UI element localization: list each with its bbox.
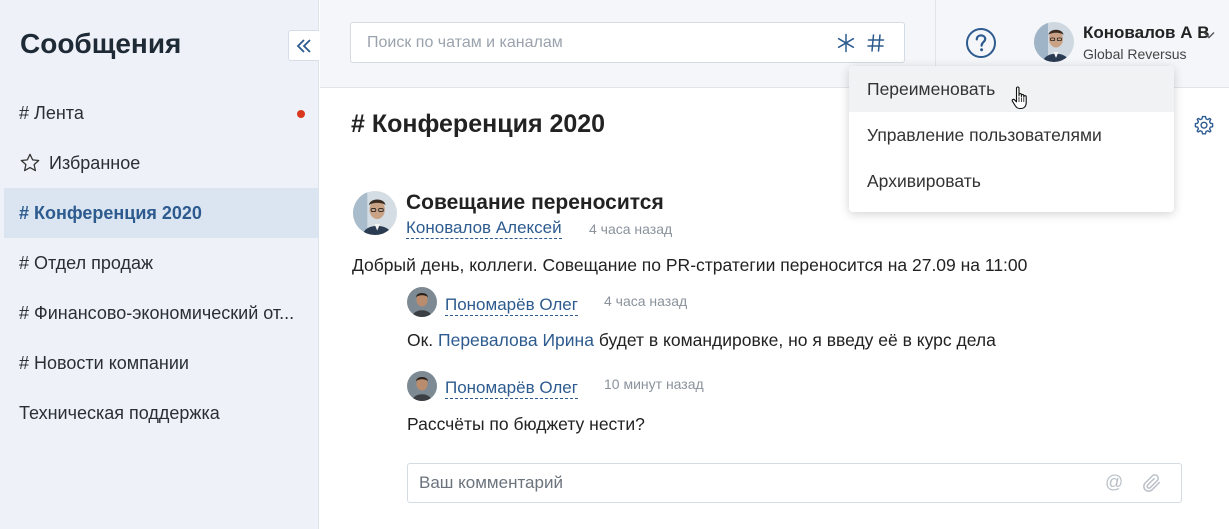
messenger-app: Сообщения # Лента Избранное # Конференци… <box>0 0 1229 529</box>
sidebar-item-conference-2020[interactable]: # Конференция 2020 <box>4 188 319 238</box>
double-chevron-left-icon <box>296 38 311 53</box>
gear-icon <box>1194 115 1214 135</box>
sidebar-item-lenta[interactable]: # Лента <box>4 88 319 138</box>
search-input[interactable] <box>351 23 821 62</box>
unread-indicator <box>297 110 305 118</box>
sidebar-item-label: # Отдел продаж <box>19 252 154 273</box>
manage-users-menu-item[interactable]: Управление пользователями <box>849 112 1174 158</box>
comment-body: Рассчёты по бюджету нести? <box>407 414 645 434</box>
post-body: Добрый день, коллеги. Совещание по PR-ст… <box>352 255 1028 275</box>
sidebar-item-finance[interactable]: # Финансово-экономический от... <box>4 288 319 338</box>
avatar <box>407 287 437 317</box>
sidebar-item-support[interactable]: Техническая поддержка <box>4 388 319 438</box>
post-author-link[interactable]: Коновалов Алексей <box>406 218 562 239</box>
comment-timestamp: 4 часа назад <box>604 293 688 309</box>
comment-timestamp: 10 минут назад <box>604 376 704 392</box>
hash-icon[interactable] <box>865 32 887 54</box>
comment-body: Ок. Перевалова Ирина будет в командировк… <box>407 330 996 351</box>
channel-actions-menu: Переименовать Управление пользователями … <box>849 66 1174 212</box>
sidebar-title: Сообщения <box>20 28 182 59</box>
comment-author-link[interactable]: Пономарёв Олег <box>445 295 578 316</box>
mention-button[interactable]: @ <box>1105 472 1123 493</box>
rename-menu-item[interactable]: Переименовать <box>849 66 1174 112</box>
user-mention-link[interactable]: Перевалова Ирина <box>438 330 594 350</box>
user-name: Коновалов А В <box>1083 23 1210 42</box>
comment-text-end: будет в командировке, но я введу её в ку… <box>598 330 996 350</box>
sidebar-item-label: Техническая поддержка <box>19 402 220 423</box>
comment-box: @ <box>407 463 1182 503</box>
comment-author-link[interactable]: Пономарёв Олег <box>445 378 578 399</box>
sidebar-item-favorites[interactable]: Избранное <box>4 138 319 188</box>
sidebar: Сообщения # Лента Избранное # Конференци… <box>0 0 319 529</box>
attach-button[interactable] <box>1141 472 1163 494</box>
search-box <box>350 22 905 63</box>
help-button[interactable] <box>965 27 997 59</box>
avatar <box>353 191 397 235</box>
avatar <box>407 371 437 401</box>
channel-title: # Конференция 2020 <box>351 110 606 138</box>
comment-text-start: Ок. <box>407 330 434 350</box>
avatar <box>1034 22 1074 62</box>
archive-menu-item[interactable]: Архивировать <box>849 158 1174 204</box>
sidebar-item-label: # Финансово-экономический от... <box>19 302 295 323</box>
sidebar-item-label: # Лента <box>19 102 84 123</box>
asterisk-icon[interactable] <box>835 32 857 54</box>
sidebar-item-news[interactable]: # Новости компании <box>4 338 319 388</box>
user-profile-menu[interactable]: Коновалов А В Global Reversus <box>1034 22 1224 66</box>
star-icon <box>19 152 41 174</box>
question-circle-icon <box>966 28 996 58</box>
sidebar-item-label: # Конференция 2020 <box>19 202 202 223</box>
paperclip-icon <box>1143 474 1161 492</box>
post-title: Совещание переносится <box>406 191 664 214</box>
channel-settings-button[interactable] <box>1193 114 1215 136</box>
channel-list: # Лента Избранное # Конференция 2020 # О… <box>4 88 319 438</box>
user-company: Global Reversus <box>1083 46 1187 62</box>
comment-input[interactable] <box>408 464 1098 502</box>
sidebar-item-sales[interactable]: # Отдел продаж <box>4 238 319 288</box>
chevron-down-icon <box>1203 32 1215 39</box>
sidebar-item-label: # Новости компании <box>19 352 189 373</box>
sidebar-item-label: Избранное <box>49 152 141 173</box>
collapse-sidebar-button[interactable] <box>288 30 319 61</box>
post-timestamp: 4 часа назад <box>589 221 673 237</box>
